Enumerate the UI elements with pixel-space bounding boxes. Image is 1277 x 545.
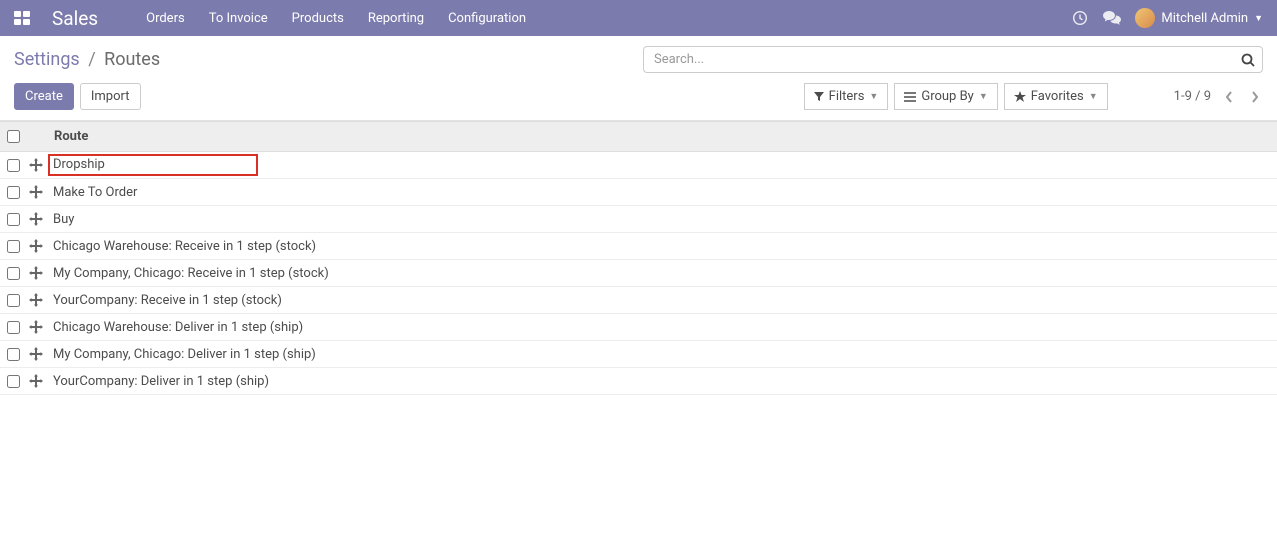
chevron-down-icon: ▼ bbox=[1254, 13, 1263, 24]
menu-configuration[interactable]: Configuration bbox=[448, 11, 526, 26]
star-icon bbox=[1014, 91, 1026, 103]
user-name: Mitchell Admin bbox=[1161, 11, 1248, 26]
route-name: Make To Order bbox=[50, 185, 1277, 200]
table-row[interactable]: Buy bbox=[0, 206, 1277, 233]
breadcrumb-current: Routes bbox=[104, 49, 160, 70]
top-navbar: Sales Orders To Invoice Products Reporti… bbox=[0, 0, 1277, 36]
route-name: Chicago Warehouse: Deliver in 1 step (sh… bbox=[50, 320, 1277, 335]
data-table: Route Dropship Make To Order Buy Chicago Wa… bbox=[0, 121, 1277, 395]
row-checkbox[interactable] bbox=[7, 213, 20, 226]
drag-handle-icon[interactable] bbox=[22, 239, 50, 253]
groupby-button[interactable]: Group By ▼ bbox=[894, 83, 997, 110]
app-brand: Sales bbox=[52, 7, 98, 30]
nav-menu: Orders To Invoice Products Reporting Con… bbox=[146, 11, 1071, 26]
search-input[interactable] bbox=[643, 46, 1263, 73]
row-checkbox[interactable] bbox=[7, 159, 20, 172]
avatar bbox=[1135, 8, 1155, 28]
drag-handle-icon[interactable] bbox=[22, 266, 50, 280]
list-icon bbox=[904, 92, 916, 102]
table-row[interactable]: My Company, Chicago: Deliver in 1 step (… bbox=[0, 341, 1277, 368]
drag-handle-icon[interactable] bbox=[22, 347, 50, 361]
table-header: Route bbox=[0, 122, 1277, 152]
chevron-down-icon: ▼ bbox=[1089, 91, 1098, 102]
menu-products[interactable]: Products bbox=[292, 11, 344, 26]
chevron-down-icon: ▼ bbox=[979, 91, 988, 102]
chat-icon[interactable] bbox=[1103, 9, 1121, 27]
drag-handle-icon[interactable] bbox=[22, 212, 50, 226]
breadcrumb-parent[interactable]: Settings bbox=[14, 49, 80, 70]
table-row[interactable]: Dropship bbox=[0, 152, 1277, 179]
column-header-route[interactable]: Route bbox=[50, 129, 1277, 144]
breadcrumb: Settings / Routes bbox=[14, 49, 160, 70]
favorites-button[interactable]: Favorites ▼ bbox=[1004, 83, 1108, 110]
table-row[interactable]: Chicago Warehouse: Receive in 1 step (st… bbox=[0, 233, 1277, 260]
row-checkbox[interactable] bbox=[7, 267, 20, 280]
row-checkbox[interactable] bbox=[7, 294, 20, 307]
pager-next[interactable] bbox=[1247, 87, 1263, 107]
row-checkbox[interactable] bbox=[7, 186, 20, 199]
table-row[interactable]: Make To Order bbox=[0, 179, 1277, 206]
drag-handle-icon[interactable] bbox=[22, 158, 50, 172]
table-row[interactable]: My Company, Chicago: Receive in 1 step (… bbox=[0, 260, 1277, 287]
menu-to-invoice[interactable]: To Invoice bbox=[209, 11, 268, 26]
route-name: Buy bbox=[50, 212, 1277, 227]
search-icon[interactable] bbox=[1241, 53, 1255, 67]
pager: 1-9 / 9 bbox=[1174, 87, 1263, 107]
menu-orders[interactable]: Orders bbox=[146, 11, 185, 26]
row-checkbox[interactable] bbox=[7, 240, 20, 253]
row-checkbox[interactable] bbox=[7, 375, 20, 388]
pager-range[interactable]: 1-9 / 9 bbox=[1174, 89, 1211, 104]
control-panel: Settings / Routes Create Import Filters … bbox=[0, 36, 1277, 121]
route-name: Dropship bbox=[50, 154, 1277, 176]
route-name: My Company, Chicago: Receive in 1 step (… bbox=[50, 266, 1277, 281]
table-row[interactable]: YourCompany: Receive in 1 step (stock) bbox=[0, 287, 1277, 314]
route-name: YourCompany: Receive in 1 step (stock) bbox=[50, 293, 1277, 308]
select-all-checkbox[interactable] bbox=[7, 130, 20, 143]
chevron-down-icon: ▼ bbox=[869, 91, 878, 102]
pager-prev[interactable] bbox=[1221, 87, 1237, 107]
clock-icon[interactable] bbox=[1071, 9, 1089, 27]
drag-handle-icon[interactable] bbox=[22, 374, 50, 388]
route-name: YourCompany: Deliver in 1 step (ship) bbox=[50, 374, 1277, 389]
search-container bbox=[643, 46, 1263, 73]
apps-icon[interactable] bbox=[14, 11, 32, 25]
route-name: My Company, Chicago: Deliver in 1 step (… bbox=[50, 347, 1277, 362]
breadcrumb-sep: / bbox=[88, 49, 95, 70]
table-row[interactable]: Chicago Warehouse: Deliver in 1 step (sh… bbox=[0, 314, 1277, 341]
menu-reporting[interactable]: Reporting bbox=[368, 11, 424, 26]
route-name: Chicago Warehouse: Receive in 1 step (st… bbox=[50, 239, 1277, 254]
drag-handle-icon[interactable] bbox=[22, 293, 50, 307]
row-checkbox[interactable] bbox=[7, 348, 20, 361]
import-button[interactable]: Import bbox=[80, 83, 141, 110]
table-row[interactable]: YourCompany: Deliver in 1 step (ship) bbox=[0, 368, 1277, 395]
user-menu[interactable]: Mitchell Admin ▼ bbox=[1135, 8, 1263, 28]
drag-handle-icon[interactable] bbox=[22, 185, 50, 199]
row-checkbox[interactable] bbox=[7, 321, 20, 334]
drag-handle-icon[interactable] bbox=[22, 320, 50, 334]
filters-button[interactable]: Filters ▼ bbox=[804, 83, 889, 110]
filter-icon bbox=[814, 92, 824, 102]
create-button[interactable]: Create bbox=[14, 83, 74, 110]
